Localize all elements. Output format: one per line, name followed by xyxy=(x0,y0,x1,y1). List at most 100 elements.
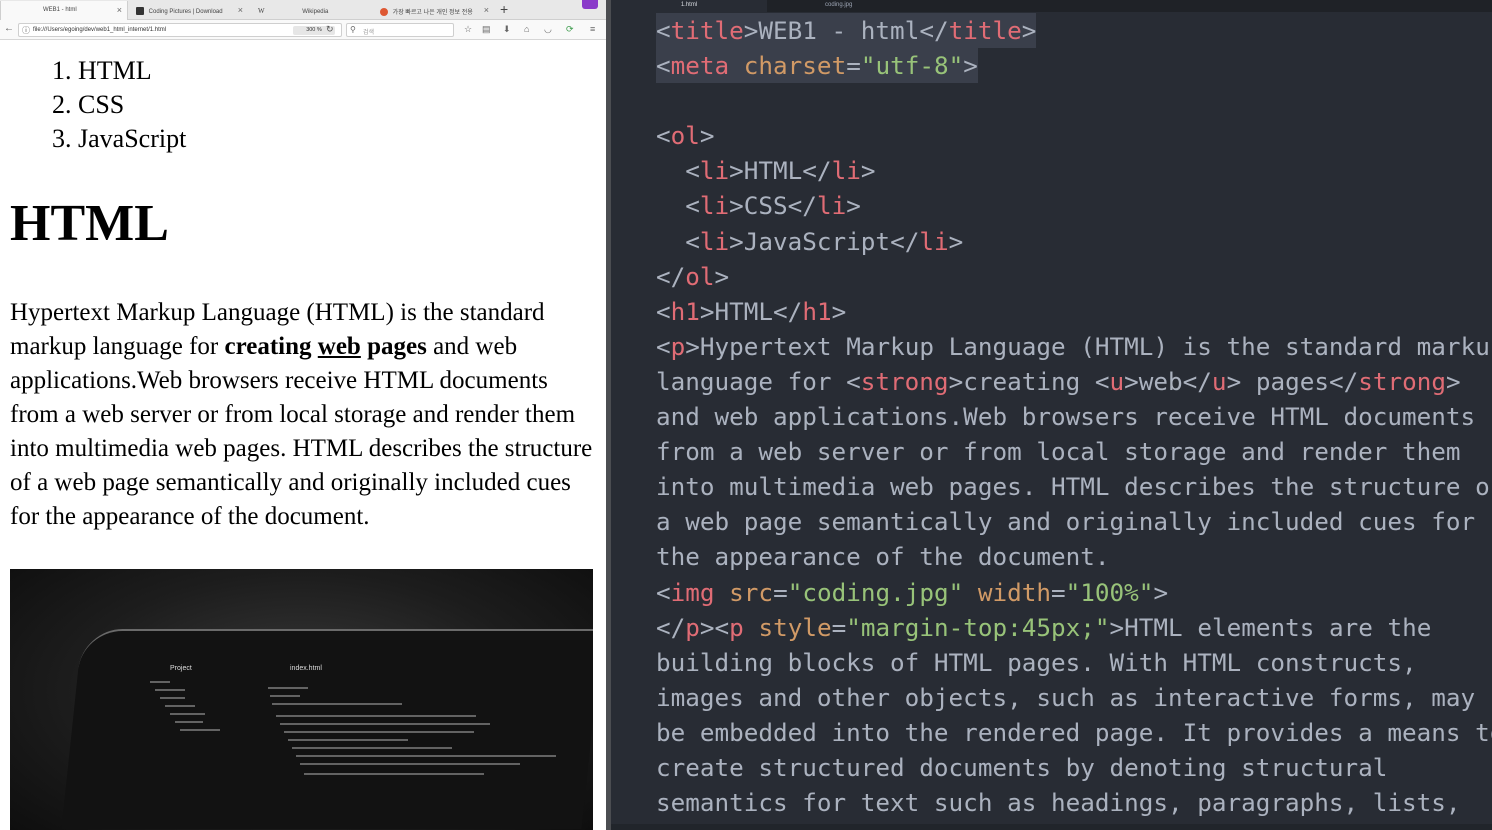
code-line[interactable]: building blocks of HTML pages. With HTML… xyxy=(656,645,1492,680)
code-token: >WEB1 - html</ xyxy=(743,16,949,45)
back-icon[interactable]: ← xyxy=(4,23,14,34)
sync-icon[interactable]: ⟳ xyxy=(566,24,574,35)
code-token: > xyxy=(831,296,847,326)
code-token: the appearance of the document. xyxy=(656,542,1110,572)
code-line[interactable]: the appearance of the document. xyxy=(656,539,1492,574)
code-line[interactable]: be embedded into the rendered page. It p… xyxy=(656,715,1492,750)
code-token: > pages</ xyxy=(1226,366,1359,396)
star-icon[interactable]: ☆ xyxy=(464,24,472,35)
pocket-icon[interactable]: ◡ xyxy=(544,24,552,35)
library-icon[interactable]: ▤ xyxy=(482,24,491,35)
coding-photo: Project index.html xyxy=(10,569,593,830)
code-token: "100%" xyxy=(1065,577,1154,607)
code-line[interactable]: <li>HTML</li> xyxy=(656,153,1492,188)
close-icon[interactable]: × xyxy=(117,5,122,15)
code-line[interactable]: create structured documents by denoting … xyxy=(656,750,1492,785)
code-token: </ xyxy=(656,261,686,291)
reload-icon[interactable]: ↻ xyxy=(326,24,334,35)
code-line[interactable]: <p>Hypertext Markup Language (HTML) is t… xyxy=(656,329,1492,364)
code-token: "utf-8" xyxy=(860,51,964,81)
code-line[interactable]: into multimedia web pages. HTML describe… xyxy=(656,469,1492,504)
strong-text: creating web pages xyxy=(225,333,427,360)
status-bar xyxy=(611,824,1492,830)
close-icon[interactable]: × xyxy=(484,5,489,15)
browser-tab-bar: WEB1 - html × Coding Pictures | Download… xyxy=(0,0,606,20)
code-token: < xyxy=(656,121,671,151)
code-token: > xyxy=(846,191,861,221)
underlined-text: web xyxy=(317,333,361,360)
code-token: > xyxy=(714,261,730,291)
code-token: strong xyxy=(860,366,949,396)
code-token: >Hypertext Markup Language (HTML) is the… xyxy=(685,331,1492,361)
code-line[interactable]: language for <strong>creating <u>web</u>… xyxy=(656,364,1492,399)
download-icon[interactable]: ⬇ xyxy=(503,24,511,35)
code-token: = xyxy=(846,51,861,81)
ordered-list: 1. HTML 2. CSS 3. JavaScript xyxy=(52,54,186,156)
code-line[interactable]: <ol> xyxy=(656,118,1492,153)
tab-web1[interactable]: WEB1 - html × xyxy=(0,1,128,20)
search-input[interactable]: ⚲ 검색 xyxy=(346,23,454,37)
code-line[interactable]: </p><p style="margin-top:45px;">HTML ele… xyxy=(656,610,1492,645)
laptop-screen xyxy=(61,629,593,829)
code-token: charset xyxy=(743,51,847,81)
code-line[interactable] xyxy=(656,83,1492,118)
code-token: u xyxy=(1109,366,1125,396)
code-token: >HTML</ xyxy=(729,156,832,186)
code-token: >web</ xyxy=(1124,366,1212,396)
url-bar[interactable]: ⓘ file:///Users/egoing/dev/web1_html_int… xyxy=(18,23,342,37)
code-line[interactable]: <h1>HTML</h1> xyxy=(656,294,1492,329)
editor-tab-1html[interactable]: 1.html xyxy=(611,0,767,12)
code-token: >CSS</ xyxy=(729,191,817,221)
code-line[interactable]: <title>WEB1 - html</title> xyxy=(656,13,1037,49)
code-line[interactable]: <li>JavaScript</li> xyxy=(656,224,1492,259)
code-line[interactable]: <img src="coding.jpg" width="100%"> xyxy=(656,575,1492,610)
code-token: li xyxy=(831,156,861,186)
close-icon[interactable]: × xyxy=(238,5,243,15)
code-line[interactable]: images and other objects, such as intera… xyxy=(656,680,1492,715)
home-icon[interactable]: ⌂ xyxy=(524,24,529,34)
code-line[interactable]: <meta charset="utf-8"> xyxy=(656,48,978,84)
code-token: < xyxy=(656,51,671,81)
code-text-area[interactable]: <title>WEB1 - html</title> <meta charset… xyxy=(656,13,1492,820)
code-token: from a web server or from local storage … xyxy=(656,437,1461,467)
tab-wikipedia[interactable]: W Wikipedia xyxy=(250,1,370,20)
code-token: u xyxy=(1211,366,1227,396)
url-text[interactable]: file:///Users/egoing/dev/web1_html_inter… xyxy=(33,27,166,33)
code-token: < xyxy=(656,191,700,221)
code-token: meta xyxy=(670,51,730,81)
list-item: 3. JavaScript xyxy=(52,124,187,153)
code-token: src xyxy=(729,577,774,607)
browser-window: WEB1 - html × Coding Pictures | Download… xyxy=(0,0,606,830)
code-token: h1 xyxy=(670,296,700,326)
editor-tab-coding-jpg[interactable]: coding.jpg xyxy=(825,0,852,12)
info-icon[interactable]: ⓘ xyxy=(22,25,30,36)
code-token: > xyxy=(1446,366,1461,396)
code-token: li xyxy=(699,156,730,186)
code-token: = xyxy=(773,577,788,607)
new-tab-button[interactable]: + xyxy=(500,1,508,17)
menu-icon[interactable]: ≡ xyxy=(590,24,595,34)
code-token: be embedded into the rendered page. It p… xyxy=(656,717,1492,747)
code-line[interactable]: <li>CSS</li> xyxy=(656,188,1492,223)
code-line[interactable]: semantics for text such as headings, par… xyxy=(656,785,1492,820)
code-token: > xyxy=(1021,16,1037,45)
tab-coding-pictures[interactable]: Coding Pictures | Download × xyxy=(128,1,248,20)
code-token: title xyxy=(670,16,744,45)
tab-search-engine[interactable]: 가장 빠르고 나은 개인 정보 전용 × xyxy=(372,1,494,20)
code-token: img xyxy=(670,577,715,607)
code-token: and web applications.Web browsers receiv… xyxy=(656,402,1476,432)
code-line[interactable]: a web page semantically and originally i… xyxy=(656,504,1492,539)
code-line[interactable]: and web applications.Web browsers receiv… xyxy=(656,399,1492,434)
paragraph-text-rest: and web applications.Web browsers receiv… xyxy=(10,333,593,530)
extension-icon[interactable] xyxy=(582,0,598,9)
code-token: semantics for text such as headings, par… xyxy=(656,788,1461,818)
code-token: width xyxy=(977,577,1052,607)
wikipedia-icon: W xyxy=(258,7,265,15)
code-line[interactable]: from a web server or from local storage … xyxy=(656,434,1492,469)
code-token: li xyxy=(816,191,847,221)
search-icon: ⚲ xyxy=(350,25,356,34)
code-line[interactable]: </ol> xyxy=(656,259,1492,294)
camera-icon xyxy=(136,7,144,15)
code-token: images and other objects, such as intera… xyxy=(656,682,1476,712)
